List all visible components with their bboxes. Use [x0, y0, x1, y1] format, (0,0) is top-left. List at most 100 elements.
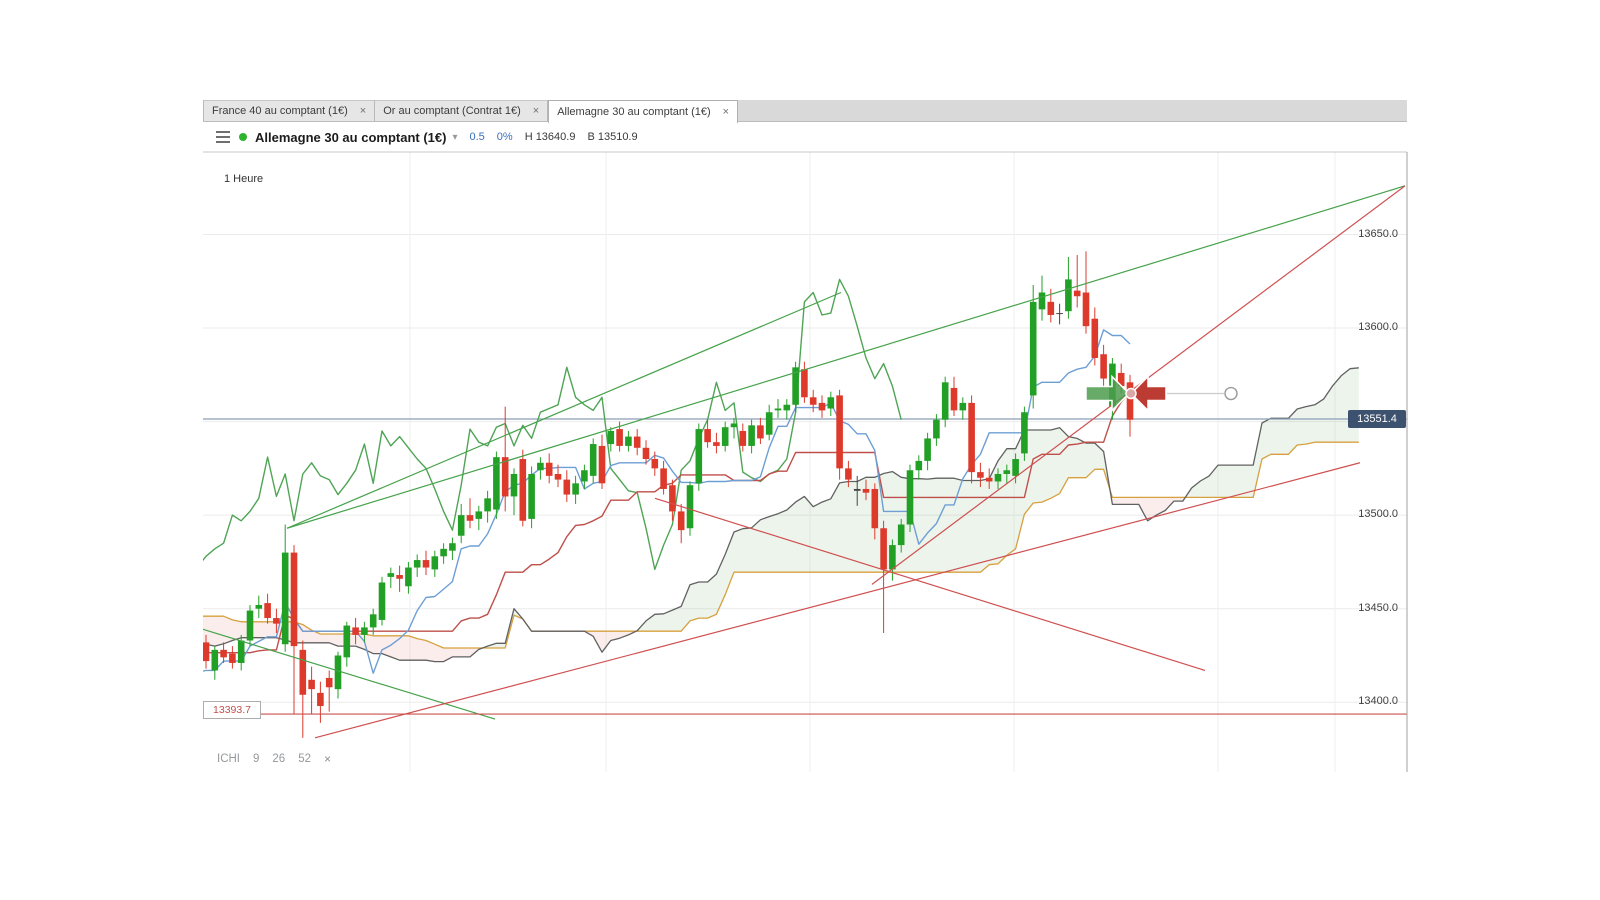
ichimoku-cloud	[1332, 375, 1342, 443]
ichimoku-cloud	[936, 478, 946, 573]
candle-body	[325, 677, 333, 688]
candle-body	[237, 640, 245, 663]
candle-body	[334, 655, 342, 690]
candle-body	[1073, 290, 1081, 297]
ichimoku-cloud	[980, 478, 990, 573]
ichimoku-cloud	[813, 502, 822, 573]
current-price-badge: 13551.4	[1348, 409, 1406, 428]
ichimoku-cloud	[1270, 418, 1280, 455]
candle-body	[1082, 292, 1090, 327]
candle-body	[537, 462, 544, 471]
timeframe-label[interactable]: 1 Heure	[224, 173, 263, 185]
candle-body	[809, 397, 817, 405]
candle-body	[669, 485, 676, 512]
ichimoku-cloud	[258, 621, 268, 638]
ichimoku-cloud	[1191, 481, 1201, 498]
candle-body	[581, 470, 588, 482]
y-axis-label: 13600.0	[1358, 321, 1398, 334]
ichimoku-cloud	[1350, 367, 1359, 443]
ichimoku-cloud	[742, 527, 752, 573]
candle-body	[713, 442, 720, 446]
candle-body	[449, 543, 456, 551]
ichimoku-cloud	[232, 619, 242, 641]
candle-body	[686, 485, 694, 529]
tab-allemagne-30[interactable]: Allemagne 30 au comptant (1€) ×	[548, 100, 739, 123]
candle-body	[431, 556, 439, 570]
y-axis-label: 13500.0	[1358, 508, 1398, 521]
candle-body	[897, 524, 905, 546]
ichimoku-cloud	[760, 516, 770, 573]
candle-body	[941, 382, 949, 420]
candle-body	[528, 473, 535, 519]
candle-body	[1021, 412, 1028, 454]
y-axis-label: 13450.0	[1358, 601, 1398, 614]
chikou-line	[203, 278, 902, 571]
ichimoku-cloud	[214, 616, 224, 647]
candle-body	[985, 477, 993, 482]
candle-body	[255, 604, 263, 609]
tab-label: Allemagne 30 au comptant (1€)	[557, 106, 711, 118]
indicator-param: 26	[272, 753, 286, 765]
candle-body	[466, 515, 474, 521]
ichimoku-cloud	[1306, 404, 1315, 445]
indicator-name: ICHI	[217, 753, 240, 765]
candle-body	[933, 419, 940, 439]
ichimoku-cloud	[918, 478, 928, 573]
candle-body	[616, 429, 623, 446]
candle-body	[572, 483, 579, 495]
candle-body	[739, 430, 747, 446]
candle-body	[598, 445, 606, 484]
ichimoku-cloud	[1050, 427, 1060, 499]
candle-body	[924, 438, 931, 461]
candle-body	[704, 429, 711, 443]
ichimoku-cloud	[795, 496, 805, 573]
indicator-remove-icon[interactable]: ×	[324, 752, 331, 766]
candle-body	[836, 395, 843, 469]
candle-body	[1047, 301, 1055, 315]
ichimoku-cloud	[778, 510, 787, 573]
ichimoku-cloud	[1314, 399, 1324, 443]
candle-body	[413, 560, 421, 568]
tab-close-icon[interactable]: ×	[723, 106, 729, 118]
ichimoku-cloud	[751, 519, 761, 573]
trading-app-window: { "tabs": [ {"label": "France 40 au comp…	[0, 0, 1600, 900]
candle-body	[246, 610, 254, 641]
ichimoku-cloud	[1059, 427, 1069, 494]
candle-body	[475, 511, 483, 519]
ichimoku-cloud	[1297, 406, 1306, 445]
ichimoku-cloud	[971, 480, 981, 573]
ichimoku-cloud	[496, 643, 506, 648]
candle-body	[290, 552, 298, 647]
candle-body	[361, 627, 368, 635]
candle-body	[871, 488, 879, 529]
candle-body	[1056, 313, 1063, 315]
candle-body	[721, 427, 729, 446]
candle-body	[801, 369, 808, 398]
ichimoku-cloud	[998, 448, 1007, 564]
ichimoku-cloud	[962, 480, 972, 573]
candle-body	[1065, 279, 1072, 312]
ichimoku-cloud	[786, 502, 796, 573]
candle-body	[748, 425, 755, 446]
ichimoku-cloud	[804, 496, 814, 573]
ichimoku-cloud	[1033, 430, 1042, 503]
candle-body	[220, 649, 227, 658]
candle-body	[281, 552, 289, 645]
ichimoku-cloud	[698, 582, 708, 619]
ichimoku-cloud	[1218, 465, 1227, 498]
candle-body	[369, 614, 377, 628]
ichimoku-cloud	[223, 616, 233, 644]
candle-body	[405, 567, 412, 587]
candle-body	[765, 412, 773, 435]
candle-body	[757, 425, 764, 439]
candle-body	[977, 472, 984, 478]
candle-body	[774, 408, 782, 411]
candle-body	[677, 511, 685, 531]
candle-body	[1029, 301, 1037, 396]
candle-body	[695, 429, 703, 484]
ichimoku-cloud	[848, 481, 858, 573]
ichimoku-cloud	[1235, 465, 1245, 498]
ichimoku-cloud	[822, 498, 831, 573]
candle-body	[660, 468, 667, 489]
candle-body	[994, 473, 1002, 482]
